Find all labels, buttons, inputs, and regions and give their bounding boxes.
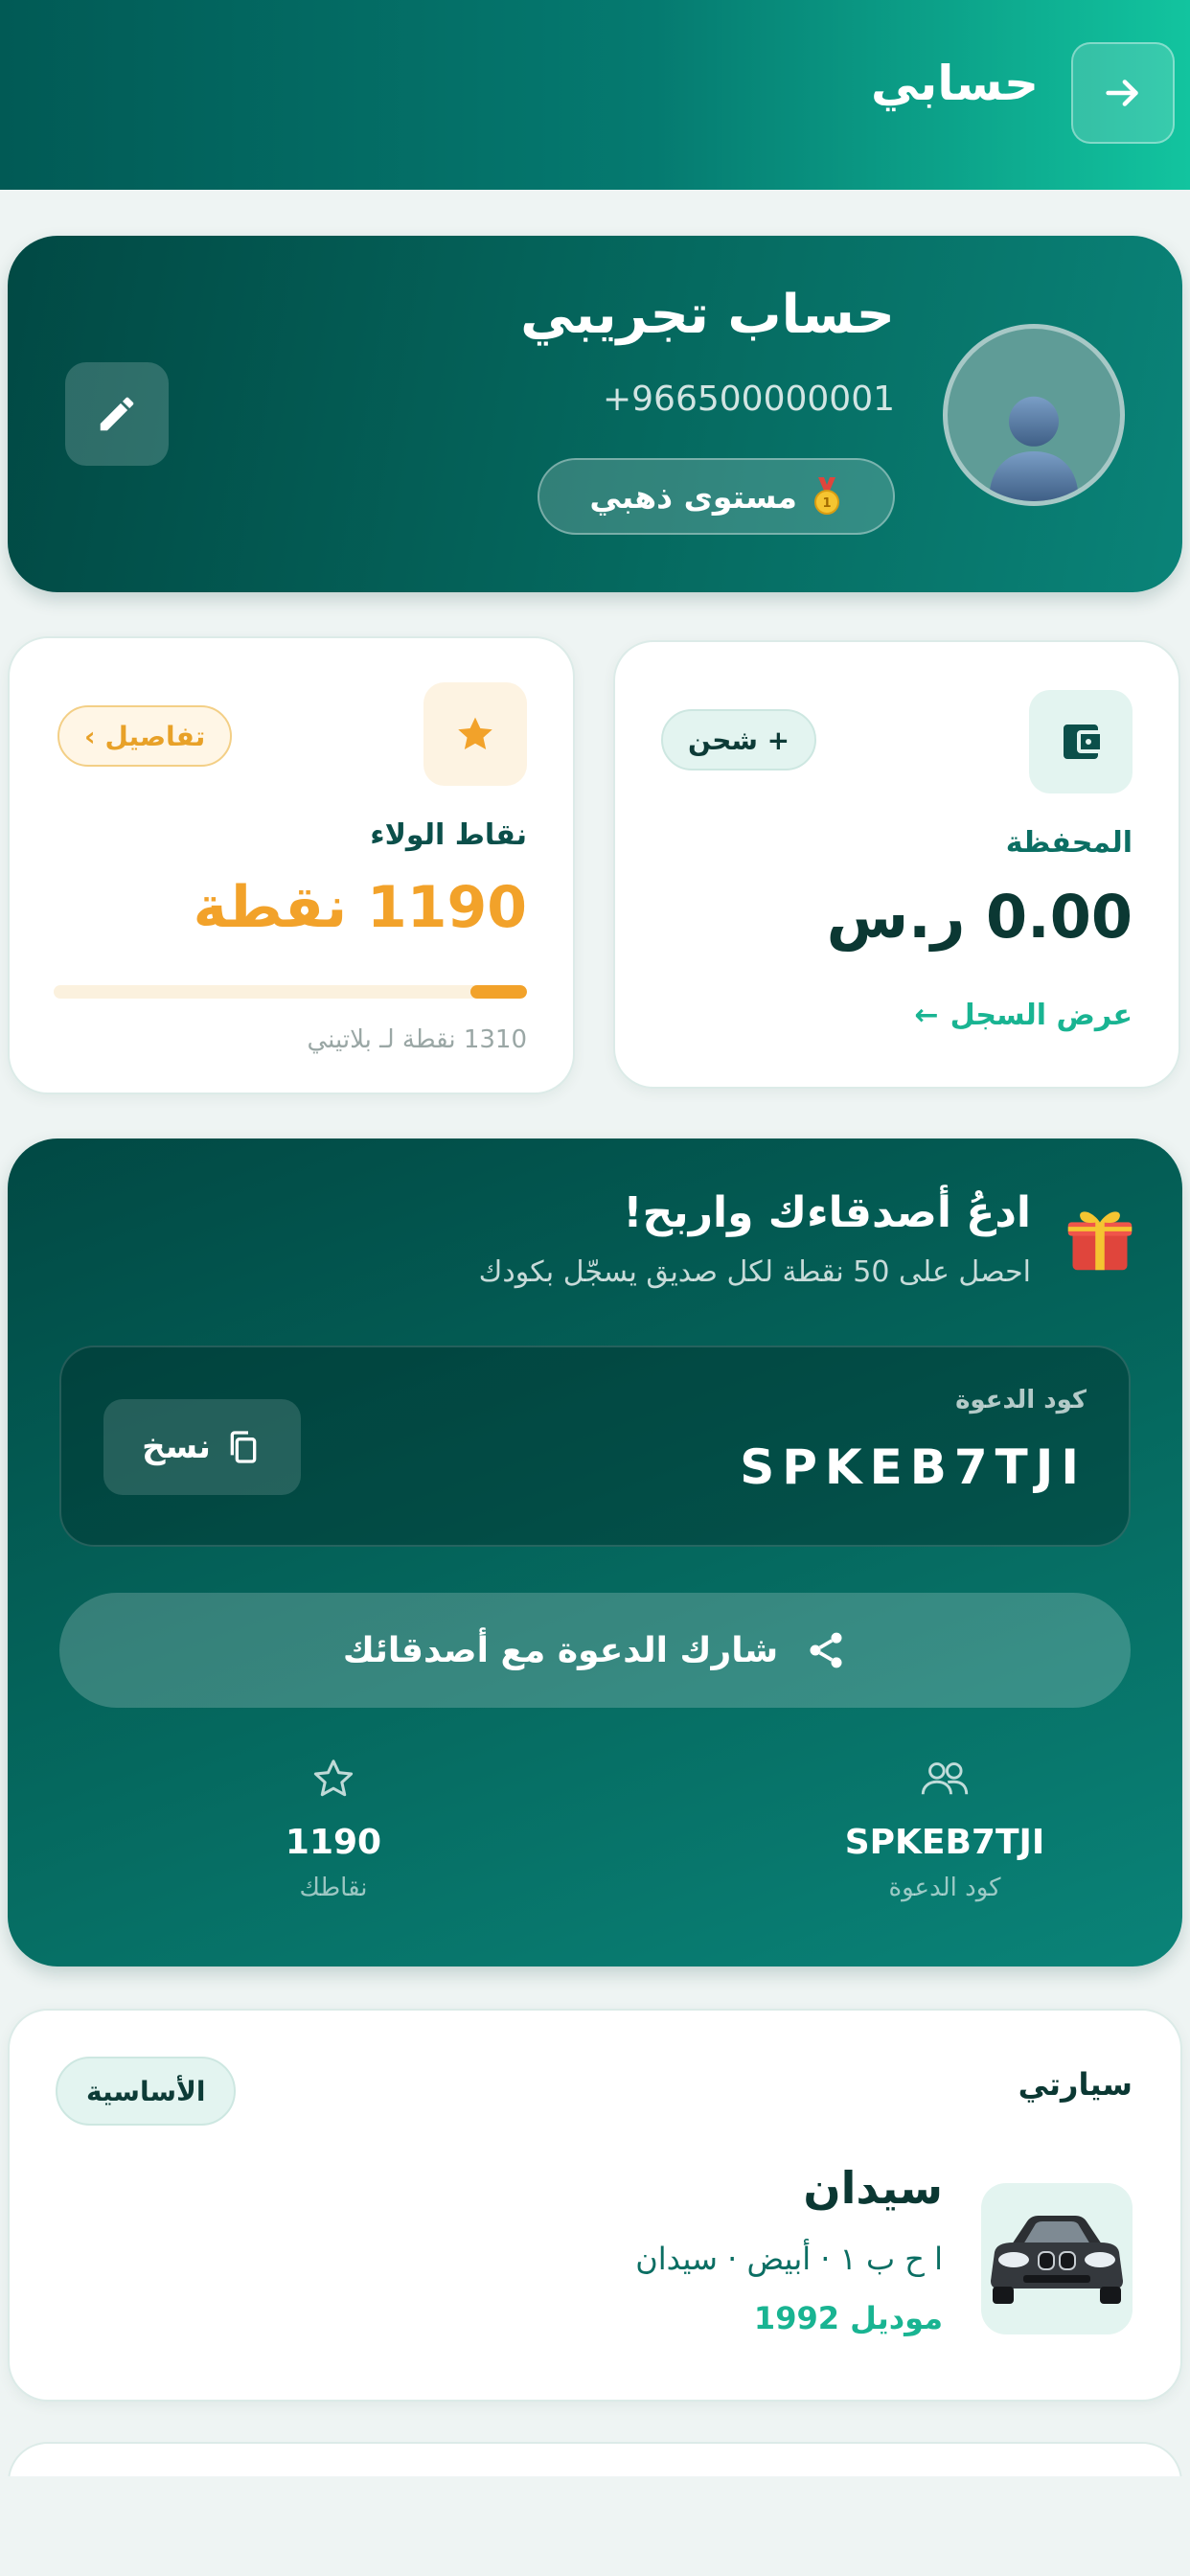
loyalty-points: 1190 نقطة	[193, 874, 527, 941]
svg-text:1: 1	[822, 496, 831, 511]
invite-code-stat: SPKEB7TJI كود الدعوة	[791, 1754, 1098, 1902]
invite-card: ادعُ أصدقاءك واربح! احصل على 50 نقطة لكل…	[8, 1138, 1182, 1966]
arrow-left-icon: ←	[914, 999, 939, 1032]
star-outline-icon	[313, 1760, 354, 1797]
loyalty-label: نقاط الولاء	[370, 818, 527, 852]
loyalty-progress-note: 1310 نقطة لـ بلاتيني	[307, 1025, 527, 1054]
users-icon-wrap	[920, 1754, 970, 1804]
loyalty-progress-fill	[469, 985, 527, 999]
invite-code-box: كود الدعوة SPKEB7TJI نسخ	[59, 1346, 1131, 1547]
back-button[interactable]	[1071, 42, 1175, 144]
app-header: حسابي	[0, 0, 1190, 190]
level-badge: 1 مستوى ذهبي	[538, 458, 895, 535]
avatar[interactable]	[943, 324, 1125, 506]
invite-title: ادعُ أصدقاءك واربح!	[623, 1188, 1031, 1237]
history-label: عرض السجل	[950, 999, 1133, 1032]
profile-card: حساب تجريبي +966500000001 1 مستوى ذهبي	[8, 236, 1182, 592]
profile-name: حساب تجريبي	[520, 284, 895, 346]
star-icon	[458, 717, 492, 749]
wallet-balance: 0.00 ر.س	[826, 882, 1133, 952]
details-label: تفاصيل	[104, 720, 206, 752]
users-icon	[921, 1762, 969, 1795]
share-icon	[810, 1632, 842, 1668]
invite-code-stat-value: SPKEB7TJI	[844, 1823, 1045, 1862]
medal-icon: 1	[814, 477, 839, 515]
topup-button[interactable]: + شحن	[661, 709, 817, 770]
loyalty-progress-bar	[54, 985, 527, 999]
share-invite-button[interactable]: شارك الدعوة مع أصدقائك	[59, 1593, 1131, 1708]
loyalty-card: تفاصيل › نقاط الولاء 1190 نقطة 1310 نقطة…	[8, 636, 575, 1094]
car-front-icon	[991, 2216, 1123, 2304]
copy-code-button[interactable]: نسخ	[103, 1399, 301, 1495]
points-stat-label: نقاطك	[299, 1874, 368, 1902]
wallet-icon	[1064, 724, 1100, 759]
user-silhouette-icon	[989, 396, 1079, 501]
loyalty-details-button[interactable]: تفاصيل ›	[57, 705, 233, 767]
primary-car-badge: الأساسية	[56, 2057, 237, 2126]
invite-subtitle: احصل على 50 نقطة لكل صديق يسجّل بكودك	[478, 1255, 1031, 1289]
account-page: حسابي حساب تجريبي +966500000001 1 مستوى …	[0, 0, 1190, 2576]
arrow-right-icon	[1106, 80, 1138, 106]
points-stat: 1190 نقاطك	[180, 1754, 487, 1902]
copy-label: نسخ	[142, 1428, 211, 1466]
level-label: مستوى ذهبي	[589, 477, 797, 516]
wallet-label: المحفظة	[1005, 826, 1133, 860]
points-stat-value: 1190	[285, 1823, 382, 1862]
car-details: ا ح ب ١ · أبيض · سيدان	[635, 2241, 943, 2277]
copy-icon	[230, 1431, 257, 1463]
invite-code-label: كود الدعوة	[955, 1386, 1087, 1414]
invite-code-stat-label: كود الدعوة	[888, 1874, 1001, 1902]
car-model-year: موديل 1992	[753, 2300, 943, 2336]
car-image	[981, 2183, 1133, 2334]
bottom-background	[0, 2476, 1190, 2576]
my-car-title: سيارتي	[1018, 2066, 1133, 2103]
star-icon-box	[423, 682, 527, 786]
view-history-link[interactable]: عرض السجل ←	[914, 999, 1133, 1032]
star-outline-icon-wrap	[311, 1754, 355, 1804]
page-title: حسابي	[870, 56, 1039, 111]
car-name: سيدان	[803, 2162, 943, 2214]
chevron-left-icon: ›	[84, 720, 96, 752]
my-car-card[interactable]: سيارتي الأساسية سيدان ا ح ب ١ · أبيض · س…	[8, 2009, 1182, 2402]
wallet-card: + شحن المحفظة 0.00 ر.س عرض السجل ←	[613, 640, 1180, 1089]
profile-phone: +966500000001	[602, 380, 895, 419]
pencil-icon	[100, 397, 134, 431]
invite-code-value: SPKEB7TJI	[740, 1439, 1087, 1495]
wallet-icon-box	[1029, 690, 1133, 794]
edit-profile-button[interactable]	[65, 362, 169, 466]
gift-icon	[1067, 1211, 1133, 1271]
share-label: شارك الدعوة مع أصدقائك	[342, 1630, 779, 1670]
